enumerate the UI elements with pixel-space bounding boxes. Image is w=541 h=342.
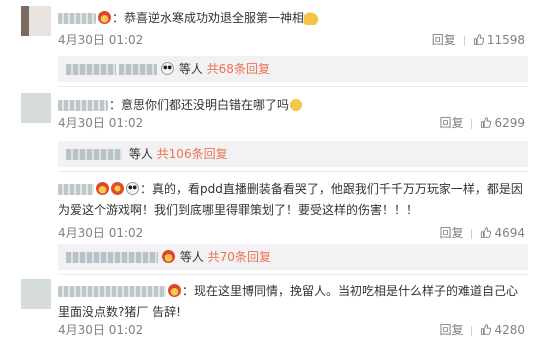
thumbs-up-icon[interactable] — [473, 34, 484, 45]
divider — [58, 171, 528, 172]
like-count: 11598 — [486, 33, 525, 47]
username-blurred[interactable] — [58, 184, 94, 195]
reply-usernames-blurred — [66, 64, 116, 75]
comment-body: ：真的，看pdd直播删装备看哭了，他跟我们千千万万玩家一样，都是因为爱这个游戏啊… — [58, 179, 528, 221]
like-count: 6299 — [494, 116, 525, 130]
divider — [471, 118, 473, 129]
comment-date: 4月30日 01:02 — [58, 116, 144, 130]
thumbs-up-icon[interactable] — [480, 227, 492, 238]
divider — [58, 274, 528, 275]
avatar[interactable] — [21, 93, 51, 123]
comment-actions: 回复 4280 — [439, 321, 525, 338]
divider — [463, 35, 465, 46]
avatar[interactable] — [21, 177, 51, 207]
comment-actions: 回复 11598 — [432, 31, 525, 48]
sub-replies-bar[interactable]: 等人 共106条回复 — [58, 141, 528, 167]
comment-body: ：现在这里博同情，挽留人。当初吃相是什么样子的难道自己心里面没点数?猪厂 告辞! — [58, 281, 528, 323]
reply-usernames-blurred — [66, 252, 158, 263]
comment-body: ：恭喜逆水寒成功劝退全服第一神相 — [58, 8, 528, 29]
panda-icon — [126, 182, 139, 195]
like-count: 4694 — [494, 226, 525, 240]
divider — [58, 86, 528, 87]
sub-replies-bar[interactable]: 等人 共70条回复 — [58, 244, 528, 270]
comment-actions: 回复 4694 — [439, 224, 525, 241]
sub-people: 等人 — [128, 147, 153, 161]
username-blurred[interactable] — [58, 286, 166, 297]
thumbs-up-icon[interactable] — [480, 324, 492, 335]
reply-usernames-blurred — [119, 64, 157, 75]
comment-date: 4月30日 01:02 — [58, 33, 144, 47]
vip-badge-icon — [98, 11, 111, 24]
sub-replies-bar[interactable]: 等人 共68条回复 — [58, 56, 528, 82]
avatar[interactable] — [21, 279, 51, 309]
panda-icon — [161, 62, 174, 75]
comment-date: 4月30日 01:02 — [58, 226, 144, 240]
sub-reply-count-link[interactable]: 共68条回复 — [207, 62, 270, 76]
username-blurred[interactable] — [58, 13, 96, 24]
like-count: 4280 — [494, 323, 525, 337]
reply-button[interactable]: 回复 — [439, 226, 463, 240]
reply-button[interactable]: 回复 — [439, 323, 463, 337]
reply-button[interactable]: 回复 — [439, 116, 463, 130]
comment-text: ：恭喜逆水寒成功劝退全服第一神相 — [112, 11, 305, 25]
thinking-emoji-icon — [289, 97, 304, 112]
comment-text: ：意思你们都还没明白错在哪了吗 — [109, 98, 290, 112]
divider — [471, 228, 473, 239]
sub-reply-count-link[interactable]: 共70条回复 — [208, 250, 271, 264]
vip-badge-icon — [168, 284, 181, 297]
comment-date: 4月30日 01:02 — [58, 323, 144, 337]
vip-badge-icon — [162, 250, 175, 263]
comment-list: ：恭喜逆水寒成功劝退全服第一神相 4月30日 01:02 回复 11598 等人 … — [0, 0, 541, 342]
divider — [471, 325, 473, 336]
sub-people: 等人 — [179, 250, 204, 264]
medal-badge-icon — [111, 182, 124, 195]
sub-reply-count-link[interactable]: 共106条回复 — [157, 147, 228, 161]
reply-usernames-blurred — [66, 149, 122, 160]
comment-actions: 回复 6299 — [439, 114, 525, 131]
avatar[interactable] — [21, 6, 51, 36]
thumbs-up-icon[interactable] — [480, 117, 492, 128]
comment-body: ：意思你们都还没明白错在哪了吗 — [58, 95, 528, 116]
vip-badge-icon — [96, 182, 109, 195]
sub-people: 等人 — [178, 62, 203, 76]
username-blurred[interactable] — [58, 100, 108, 111]
banana-emoji-icon — [304, 10, 321, 25]
reply-button[interactable]: 回复 — [432, 33, 456, 47]
